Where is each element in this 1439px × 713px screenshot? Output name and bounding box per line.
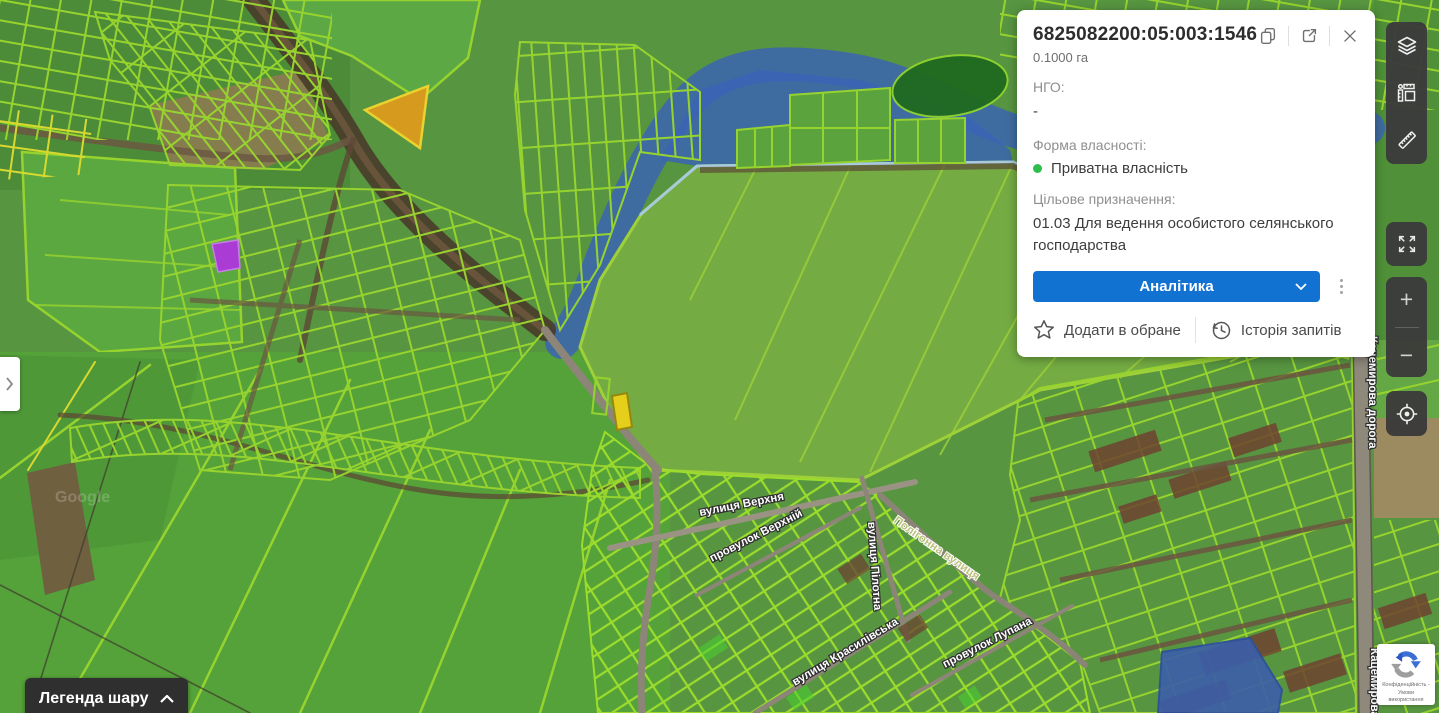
- locate-target-icon: [1395, 402, 1419, 426]
- copy-button[interactable]: [1257, 25, 1279, 47]
- close-panel-button[interactable]: [1339, 25, 1361, 47]
- chevron-up-icon: [160, 695, 174, 703]
- parcel-info-panel: 6825082200:05:003:1546: [1017, 10, 1375, 357]
- ruler-button[interactable]: [1386, 118, 1427, 162]
- zoom-out-button[interactable]: −: [1386, 333, 1427, 377]
- purpose-label: Цільове призначення:: [1033, 191, 1359, 207]
- divider: [1395, 327, 1419, 328]
- parcel-area: 0.1000 га: [1033, 50, 1359, 65]
- more-options-button[interactable]: [1337, 276, 1346, 297]
- area-measure-icon: [1395, 81, 1419, 105]
- fullscreen-button[interactable]: [1386, 222, 1427, 266]
- external-link-icon: [1299, 26, 1319, 46]
- chevron-right-icon: [6, 377, 14, 391]
- close-icon: [1340, 26, 1360, 46]
- history-label: Історія запитів: [1241, 322, 1342, 339]
- area-measure-button[interactable]: [1386, 71, 1427, 115]
- recaptcha-privacy-text: Конфіденційність - Умови використання: [1377, 682, 1435, 705]
- history-clock-icon: [1210, 319, 1232, 341]
- open-external-button[interactable]: [1298, 25, 1320, 47]
- star-icon: [1033, 319, 1055, 341]
- cadastral-map-app: вулиця Верхня провулок Верхній вулиця Пі…: [0, 0, 1439, 713]
- map-attribution: Google: [55, 489, 110, 506]
- map-tools-group: [1386, 22, 1427, 164]
- zoom-control: + −: [1386, 277, 1427, 377]
- legend-label: Легенда шару: [39, 690, 149, 708]
- fullscreen-button-wrap: [1386, 222, 1427, 266]
- sidebar-expand-handle[interactable]: [0, 357, 20, 411]
- ownership-label: Форма власності:: [1033, 137, 1359, 153]
- ngo-label: НГО:: [1033, 79, 1359, 95]
- add-to-favorites-button[interactable]: Додати в обране: [1033, 319, 1181, 341]
- locate-me-button[interactable]: [1386, 392, 1427, 436]
- analytics-button-label: Аналітика: [1139, 278, 1213, 295]
- ownership-status-dot: [1033, 164, 1042, 173]
- divider: [1288, 26, 1289, 46]
- ownership-value: Приватна власність: [1051, 160, 1188, 177]
- favorites-label: Додати в обране: [1064, 322, 1181, 339]
- recaptcha-badge[interactable]: Конфіденційність - Умови використання: [1377, 644, 1435, 705]
- layers-button[interactable]: [1386, 24, 1427, 68]
- recaptcha-logo-icon: [1390, 649, 1422, 680]
- ruler-icon: [1395, 128, 1419, 152]
- layer-legend-button[interactable]: Легенда шару: [25, 678, 188, 713]
- zoom-in-button[interactable]: +: [1386, 277, 1427, 321]
- parcel-id-title: 6825082200:05:003:1546: [1033, 24, 1257, 46]
- locate-button-wrap: [1386, 391, 1427, 436]
- divider: [1195, 317, 1196, 343]
- layers-icon: [1395, 34, 1419, 58]
- divider: [1329, 26, 1330, 46]
- ngo-value: -: [1033, 101, 1359, 123]
- chevron-down-icon: [1295, 283, 1307, 290]
- analytics-button[interactable]: Аналітика: [1033, 271, 1320, 302]
- purpose-value: 01.03 Для ведення особистого селянського…: [1033, 213, 1345, 257]
- copy-icon: [1258, 26, 1278, 46]
- fullscreen-icon: [1396, 233, 1418, 255]
- request-history-button[interactable]: Історія запитів: [1210, 319, 1342, 341]
